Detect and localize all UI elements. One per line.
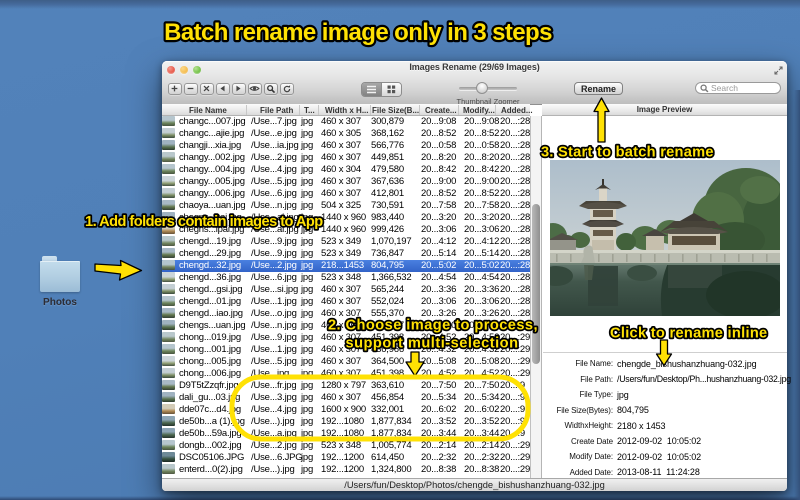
svg-text:Batch rename image only in 3 s: Batch rename image only in 3 steps xyxy=(164,19,552,46)
